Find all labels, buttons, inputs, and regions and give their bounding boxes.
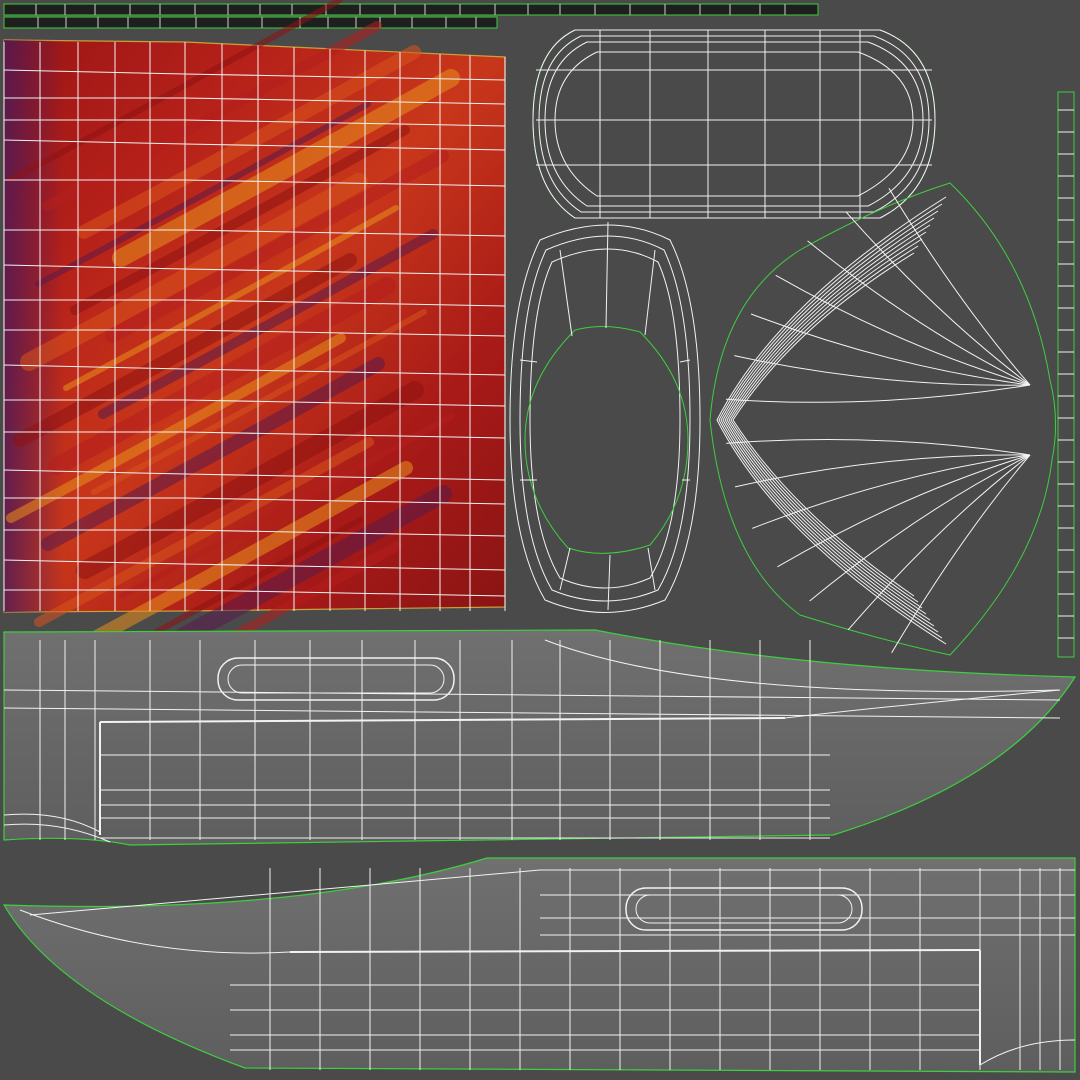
top-ruler-strips [3,3,819,29]
guard-fan-island [709,182,1057,656]
tang-strip-island [1057,91,1075,658]
pommel-cap-island [532,29,936,219]
uv-layout-canvas [2,0,1077,1073]
guard-ring-island [509,221,701,613]
blade-side-a-island [3,629,1077,846]
handle-wood-texture [3,0,506,731]
blade-side-b-island [2,857,1076,1073]
